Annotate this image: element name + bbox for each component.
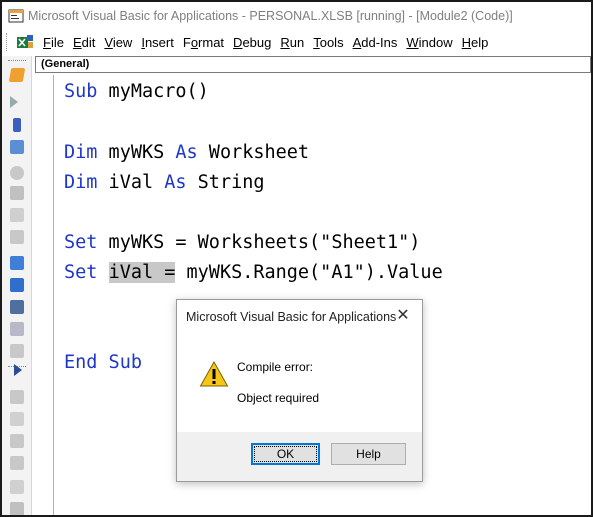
dialog-message-error: Compile error: (237, 360, 314, 374)
step-into-icon[interactable] (10, 186, 24, 200)
menu-addins-rest: dd-Ins (361, 34, 398, 50)
menu-help-key: H (461, 34, 472, 50)
menu-run-key: R (280, 34, 290, 50)
break-icon[interactable] (13, 118, 21, 132)
dialog-title-bar: Microsoft Visual Basic for Applications … (177, 300, 422, 334)
menu-grip[interactable] (6, 33, 12, 51)
keyword: Sub (64, 81, 98, 102)
menu-view-key: V (104, 34, 113, 50)
menu-addins-key: A (352, 34, 362, 50)
locals-window-icon[interactable] (10, 256, 24, 270)
menu-insert[interactable]: Insert (141, 35, 174, 50)
menu-view[interactable]: View (104, 35, 132, 50)
menu-tools[interactable]: Tools (313, 35, 343, 50)
menu-help[interactable]: Help (462, 35, 489, 50)
indent-icon[interactable] (10, 502, 24, 515)
code-line-dim-ival[interactable]: Dim iVal As String (64, 172, 265, 194)
immediate-window-icon[interactable] (10, 278, 24, 292)
keyword: End Sub (64, 352, 142, 373)
title-bar: Microsoft Visual Basic for Applications … (2, 2, 591, 29)
keyword: Set (64, 232, 98, 253)
code-text: Worksheet (197, 142, 310, 163)
menu-file[interactable]: File (43, 35, 64, 50)
design-mode-icon[interactable] (8, 68, 26, 82)
code-line-end-sub[interactable]: End Sub (64, 352, 142, 374)
code-line-set-ival[interactable]: Set iVal = myWKS.Range("A1").Value (64, 262, 443, 284)
window-title: Microsoft Visual Basic for Applications … (28, 8, 513, 23)
menu-debug-rest: ebug (242, 34, 272, 50)
code-margin-indicator-bar[interactable] (35, 75, 54, 515)
menu-run-rest: un (289, 34, 305, 50)
ok-button-label: OK (254, 446, 317, 462)
list-constants-icon[interactable] (10, 412, 24, 426)
run-icon[interactable] (10, 96, 18, 108)
dialog-title: Microsoft Visual Basic for Applications (186, 310, 397, 324)
menu-format-pre: F (182, 34, 191, 50)
object-dropdown[interactable]: (General) (35, 56, 591, 73)
code-text: myWKS = Worksheets("Sheet1") (97, 232, 421, 253)
toolbar-grip[interactable] (8, 60, 26, 63)
dialog-button-bar: OK Help (177, 432, 422, 481)
menu-format-rest: rmat (198, 34, 225, 50)
toggle-breakpoint-icon[interactable] (10, 166, 24, 180)
compile-error-dialog: Microsoft Visual Basic for Applications … (176, 299, 423, 482)
dialog-message-detail: Object required (237, 391, 320, 405)
keyword: As (164, 172, 187, 193)
vba-editor-window: Microsoft Visual Basic for Applications … (0, 0, 593, 517)
keyword: Dim (64, 172, 98, 193)
code-text: String (186, 172, 265, 193)
menu-view-rest: iew (112, 34, 133, 50)
menu-tools-rest: ools (319, 34, 344, 50)
menu-help-rest: elp (471, 34, 489, 50)
menu-edit[interactable]: Edit (73, 35, 95, 50)
selected-code: iVal = (108, 262, 176, 283)
code-line-sub[interactable]: Sub myMacro() (64, 81, 209, 103)
menu-window-key: W (406, 34, 419, 50)
call-stack-icon[interactable] (10, 344, 24, 358)
excel-view-icon[interactable] (16, 34, 34, 50)
menu-format[interactable]: Format (183, 35, 224, 50)
code-line-dim-mywks[interactable]: Dim myWKS As Worksheet (64, 142, 309, 164)
code-text: myWKS (97, 142, 176, 163)
menu-edit-key: E (72, 34, 82, 50)
menu-edit-rest: dit (81, 34, 96, 50)
code-text: iVal (97, 172, 165, 193)
menu-file-key: F (43, 34, 51, 50)
menu-file-rest: ile (50, 34, 64, 50)
complete-word-icon[interactable] (10, 480, 24, 494)
code-text: myWKS.Range("A1").Value (175, 262, 443, 283)
keyword: As (175, 142, 198, 163)
reset-icon[interactable] (10, 140, 24, 154)
menu-debug[interactable]: Debug (233, 35, 271, 50)
keyword: Dim (64, 142, 98, 163)
help-button[interactable]: Help (331, 443, 406, 465)
menu-format-key: o (190, 34, 199, 50)
menu-window-rest: indow (418, 34, 453, 50)
keyword: Set (64, 262, 98, 283)
vertical-toolbar (2, 56, 32, 515)
parameter-info-icon[interactable] (10, 456, 24, 470)
menu-bar: File Edit View Insert Format Debug Run T… (2, 30, 591, 54)
menu-addins[interactable]: Add-Ins (353, 35, 398, 50)
quick-info-icon[interactable] (10, 434, 24, 448)
menu-window[interactable]: Window (406, 35, 452, 50)
code-line-set-mywks[interactable]: Set myWKS = Worksheets("Sheet1") (64, 232, 420, 254)
warning-icon (199, 360, 229, 388)
step-over-icon[interactable] (10, 208, 24, 222)
list-properties-icon[interactable] (10, 390, 24, 404)
step-out-icon[interactable] (10, 230, 24, 244)
toolbar-expand-icon[interactable] (14, 364, 22, 376)
code-text: myMacro() (97, 81, 209, 102)
menu-insert-rest: nsert (144, 34, 174, 50)
quick-watch-icon[interactable] (10, 322, 24, 336)
vba-app-icon (8, 8, 24, 24)
close-icon[interactable]: ✕ (394, 307, 412, 325)
ok-button[interactable]: OK (251, 443, 320, 465)
menu-run[interactable]: Run (280, 35, 304, 50)
watch-window-icon[interactable] (10, 300, 24, 314)
